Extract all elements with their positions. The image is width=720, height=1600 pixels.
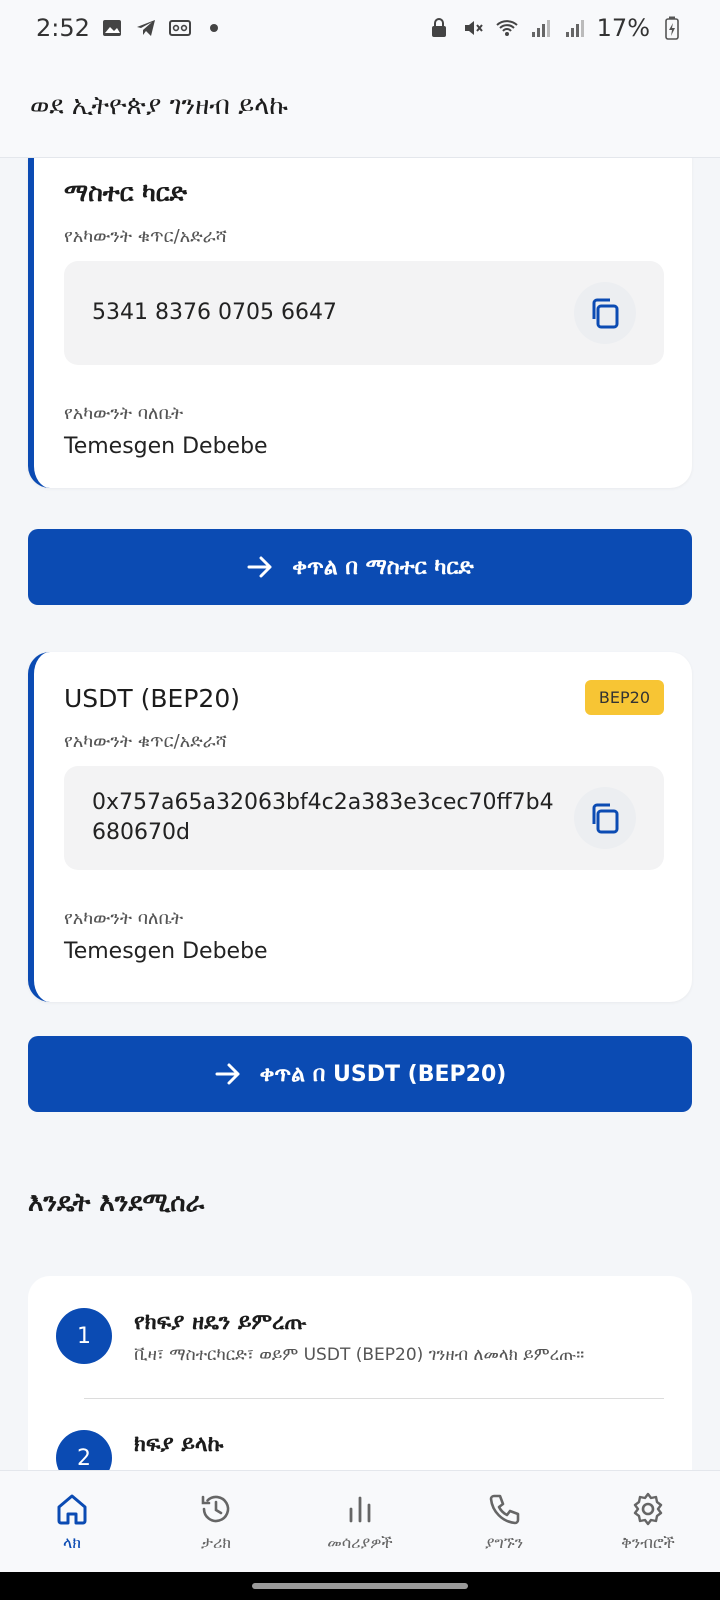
account-owner-label: የአካውንት ባለቤት (64, 908, 184, 929)
phone-icon (489, 1494, 520, 1525)
gear-icon (633, 1492, 663, 1526)
step-title: የክፍያ ዘዴን ይምረጡ (134, 1310, 307, 1335)
account-title: USDT (BEP20) (64, 684, 240, 713)
status-right: 17% (427, 14, 684, 42)
nav-item-contact[interactable]: ያግኙን (432, 1471, 576, 1573)
continue-mastercard-button[interactable]: ቀጥል በ ማስተር ካርድ (28, 529, 692, 605)
account-number-box: 5341 8376 0705 6647 (64, 261, 664, 365)
step-description: ቪዛ፣ ማስተርካርድ፣ ወይም USDT (BEP20) ገንዘብ ለመላክ … (134, 1345, 585, 1365)
account-owner: Temesgen Debebe (64, 434, 268, 459)
steps-card: 1 የክፍያ ዘዴን ይምረጡ ቪዛ፣ ማስተርካርድ፣ ወይም USDT (B… (28, 1276, 692, 1470)
voicemail-icon (168, 16, 192, 40)
lock-icon (427, 16, 451, 40)
account-number-label: የአካውንት ቁጥር/አድራሻ (64, 731, 227, 752)
account-number-box: 0x757a65a32063bf4c2a383e3cec70ff7b468067… (64, 766, 664, 870)
arrow-right-icon (247, 556, 272, 578)
account-card-mastercard: ማስተር ካርድ የአካውንት ቁጥር/አድራሻ 5341 8376 0705 … (28, 158, 692, 488)
wifi-icon (495, 16, 519, 40)
chart-icon (349, 1496, 371, 1523)
step-number: 1 (56, 1308, 112, 1364)
step-title: ክፍያ ይላኩ (134, 1432, 224, 1457)
continue-usdt-button[interactable]: ቀጥል በ USDT (BEP20) (28, 1036, 692, 1112)
nav-item-tools[interactable]: መሳሪያዎች (288, 1471, 432, 1573)
continue-button-label: ቀጥል በ USDT (BEP20) (259, 1061, 507, 1087)
step-number: 2 (56, 1430, 112, 1470)
nav-item-history[interactable]: ታሪክ (144, 1471, 288, 1573)
copy-button[interactable] (574, 787, 636, 849)
account-number-label: የአካውንት ቁጥር/አድራሻ (64, 226, 227, 247)
gesture-bar (0, 1572, 720, 1600)
nav-label: ቅንብሮች (621, 1533, 675, 1552)
nav-item-settings[interactable]: ቅንብሮች (576, 1471, 720, 1573)
step-divider (84, 1398, 664, 1399)
bottom-nav: ላክ ታሪክ መሳሪያዎች ያግኙን ቅንብሮች (0, 1470, 720, 1573)
mute-icon (461, 16, 485, 40)
battery-percent: 17% (596, 14, 650, 42)
nav-label: ታሪክ (201, 1533, 231, 1552)
account-card-usdt: USDT (BEP20) BEP20 የአካውንት ቁጥር/አድራሻ 0x757… (28, 652, 692, 1002)
copy-icon (592, 298, 619, 329)
copy-button[interactable] (574, 282, 636, 344)
account-address[interactable]: 0x757a65a32063bf4c2a383e3cec70ff7b468067… (92, 788, 562, 848)
main-content[interactable]: ማስተር ካርድ የአካውንት ቁጥር/አድራሻ 5341 8376 0705 … (0, 158, 720, 1470)
nav-item-send[interactable]: ላክ (0, 1471, 144, 1573)
copy-icon (592, 803, 619, 834)
arrow-right-icon (215, 1063, 240, 1085)
dot-icon (202, 16, 226, 40)
page-title: ወደ ኢትዮጵያ ገንዘብ ይላኩ (30, 91, 288, 121)
account-owner-label: የአካውንት ባለቤት (64, 403, 184, 424)
battery-icon (660, 16, 684, 40)
gallery-icon (100, 16, 124, 40)
home-gesture-handle[interactable] (252, 1583, 468, 1589)
app-bar: ወደ ኢትዮጵያ ገንዘብ ይላኩ (0, 56, 720, 158)
account-number[interactable]: 5341 8376 0705 6647 (92, 298, 337, 328)
status-bar: 2:52 17% (0, 0, 720, 56)
signal-icon-2 (563, 16, 587, 40)
account-owner: Temesgen Debebe (64, 939, 268, 964)
home-icon (57, 1494, 87, 1525)
step-item: 1 የክፍያ ዘዴን ይምረጡ ቪዛ፣ ማስተርካርድ፣ ወይም USDT (B… (56, 1308, 664, 1365)
section-title: እንዴት እንደሚሰራ (28, 1188, 205, 1218)
status-left: 2:52 (36, 14, 226, 42)
account-title: ማስተር ካርድ (64, 178, 187, 207)
nav-label: ላክ (63, 1533, 81, 1552)
nav-label: መሳሪያዎች (327, 1533, 393, 1552)
step-item: 2 ክፍያ ይላኩ (56, 1430, 664, 1470)
nav-label: ያግኙን (484, 1533, 524, 1552)
network-badge: BEP20 (584, 680, 664, 715)
status-time: 2:52 (36, 14, 90, 42)
telegram-icon (134, 16, 158, 40)
continue-button-label: ቀጥል በ ማስተር ካርድ (292, 554, 474, 580)
history-icon (201, 1495, 230, 1523)
signal-icon (529, 16, 553, 40)
